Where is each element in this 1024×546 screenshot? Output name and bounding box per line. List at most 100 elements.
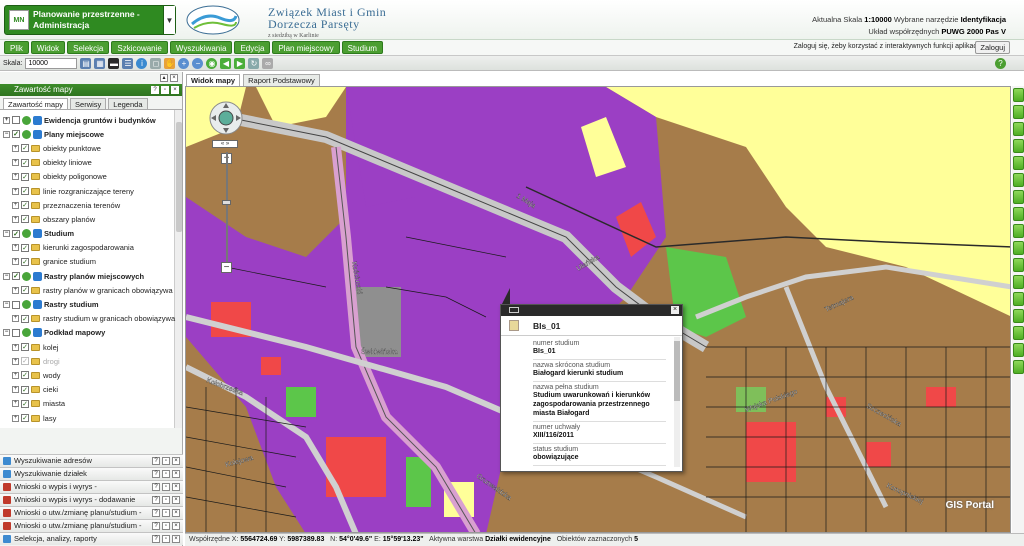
- menu-widok[interactable]: Widok: [30, 41, 66, 54]
- layer-checkbox[interactable]: ✓: [12, 130, 20, 139]
- history-nav-icon[interactable]: « »: [212, 140, 238, 148]
- expand-icon[interactable]: +: [12, 244, 19, 252]
- layer-checkbox[interactable]: [12, 300, 20, 309]
- zoom-out-icon[interactable]: −: [192, 57, 204, 69]
- tool-strip-button[interactable]: [1013, 326, 1024, 340]
- menu-selekcja[interactable]: Selekcja: [67, 41, 110, 54]
- export-icon[interactable]: ▦: [94, 57, 106, 69]
- pin-icon[interactable]: ▫: [162, 483, 170, 491]
- layer-checkbox[interactable]: ✓: [21, 399, 29, 408]
- layer-checkbox[interactable]: ✓: [21, 187, 29, 196]
- zoom-slider-handle[interactable]: [222, 200, 231, 205]
- close-icon[interactable]: ×: [172, 535, 180, 543]
- collapsed-panel[interactable]: Wnioski o wypis i wyrys - dodawanie? ▫ ×: [0, 493, 183, 506]
- menu-plik[interactable]: Plik: [4, 41, 29, 54]
- expand-icon[interactable]: −: [3, 301, 10, 309]
- tool-strip-button[interactable]: [1013, 173, 1024, 187]
- tool-strip-button[interactable]: [1013, 88, 1024, 102]
- layer-checkbox[interactable]: ✓: [21, 343, 29, 352]
- expand-icon[interactable]: −: [3, 272, 10, 280]
- chevron-down-icon[interactable]: ▼: [163, 6, 175, 34]
- expand-icon[interactable]: +: [12, 315, 19, 323]
- expand-icon[interactable]: +: [12, 414, 19, 422]
- close-icon[interactable]: ×: [172, 509, 180, 517]
- zoom-in-icon[interactable]: +: [178, 57, 190, 69]
- layer-checkbox[interactable]: ✓: [21, 371, 29, 380]
- zoom-out-button[interactable]: −: [221, 262, 232, 273]
- expand-icon[interactable]: +: [12, 258, 19, 266]
- menu-wyszukiwania[interactable]: Wyszukiwania: [169, 41, 233, 54]
- layer-item[interactable]: + ✓ przeznaczenia terenów: [0, 198, 182, 212]
- tool-strip-button[interactable]: [1013, 122, 1024, 136]
- tool-strip-button[interactable]: [1013, 275, 1024, 289]
- pin-icon[interactable]: ▫: [162, 470, 170, 478]
- expand-icon[interactable]: +: [12, 215, 19, 223]
- menu-studium[interactable]: Studium: [341, 41, 383, 54]
- layer-item[interactable]: + ✓ linie rozgraniczające tereny: [0, 184, 182, 198]
- layer-checkbox[interactable]: ✓: [21, 414, 29, 423]
- expand-icon[interactable]: +: [12, 371, 19, 379]
- layer-item[interactable]: + ✓ miasta: [0, 397, 182, 411]
- layer-checkbox[interactable]: ✓: [21, 357, 29, 366]
- close-icon[interactable]: ×: [172, 457, 180, 465]
- layer-group[interactable]: − ✓ Studium: [0, 227, 182, 241]
- pin-icon[interactable]: ▫: [162, 509, 170, 517]
- collapsed-panel[interactable]: Wyszukiwanie działek? ▫ ×: [0, 467, 183, 480]
- pan-control-icon[interactable]: [208, 100, 244, 136]
- layer-checkbox[interactable]: ✓: [21, 172, 29, 181]
- expand-icon[interactable]: +: [12, 144, 19, 152]
- tool-strip-button[interactable]: [1013, 309, 1024, 323]
- layer-item[interactable]: + ✓ obszary planów: [0, 212, 182, 226]
- expand-icon[interactable]: +: [12, 400, 19, 408]
- collapsed-panel[interactable]: Wnioski o utw./zmianę planu/studium -? ▫ ×: [0, 506, 183, 519]
- expand-icon[interactable]: −: [3, 230, 10, 238]
- expand-icon[interactable]: +: [12, 173, 19, 181]
- select-icon[interactable]: ◻: [150, 57, 162, 69]
- pin-icon[interactable]: ▫: [162, 457, 170, 465]
- menu-szkicowanie[interactable]: Szkicowanie: [111, 41, 168, 54]
- login-button[interactable]: Zaloguj: [975, 41, 1010, 54]
- layer-group[interactable]: − Rastry studium: [0, 297, 182, 311]
- tab-legenda[interactable]: Legenda: [108, 98, 148, 109]
- layer-item[interactable]: + ✓ kolej: [0, 340, 182, 354]
- layer-group[interactable]: − Podkład mapowy: [0, 326, 182, 340]
- close-icon[interactable]: ×: [172, 483, 180, 491]
- tool-strip-button[interactable]: [1013, 156, 1024, 170]
- layer-checkbox[interactable]: ✓: [21, 215, 29, 224]
- layer-item[interactable]: + ✓ kierunki zagospodarowania: [0, 241, 182, 255]
- popup-scrollbar[interactable]: [674, 337, 680, 467]
- close-icon[interactable]: ×: [671, 306, 679, 314]
- layer-checkbox[interactable]: ✓: [12, 229, 20, 238]
- help-icon[interactable]: ?: [152, 496, 160, 504]
- expand-icon[interactable]: +: [12, 201, 19, 209]
- layers-icon[interactable]: ☰: [122, 57, 134, 69]
- layer-item[interactable]: + ✓ drogi: [0, 354, 182, 368]
- collapsed-panel[interactable]: Wyszukiwanie adresów? ▫ ×: [0, 454, 183, 467]
- print-icon[interactable]: ▤: [80, 57, 92, 69]
- zoom-slider[interactable]: [226, 152, 228, 272]
- menu-edycja[interactable]: Edycja: [234, 41, 271, 54]
- tool-strip-button[interactable]: [1013, 139, 1024, 153]
- expand-icon[interactable]: +: [12, 343, 19, 351]
- link-icon[interactable]: ∞: [262, 57, 274, 69]
- menu-plan-miejscowy[interactable]: Plan miejscowy: [272, 41, 340, 54]
- layer-checkbox[interactable]: [12, 116, 20, 125]
- layer-checkbox[interactable]: [12, 328, 20, 337]
- tab-raport-podstawowy[interactable]: Raport Podstawowy: [243, 74, 320, 86]
- pin-icon[interactable]: ▫: [161, 86, 169, 94]
- expand-icon[interactable]: +: [12, 187, 19, 195]
- layer-item[interactable]: + ✓ rastry studium w granicach obowiązywa: [0, 312, 182, 326]
- layer-group[interactable]: + Ewidencja gruntów i budynków: [0, 113, 182, 127]
- tool-strip-button[interactable]: [1013, 224, 1024, 238]
- layer-item[interactable]: + ✓ obiekty poligonowe: [0, 170, 182, 184]
- pin-icon[interactable]: ▫: [162, 535, 170, 543]
- help-icon[interactable]: ?: [151, 86, 159, 94]
- help-icon[interactable]: ?: [152, 522, 160, 530]
- layer-checkbox[interactable]: ✓: [21, 385, 29, 394]
- layer-item[interactable]: + ✓ rastry planów w granicach obowiązywa: [0, 283, 182, 297]
- tool-strip-button[interactable]: [1013, 292, 1024, 306]
- close-icon[interactable]: ×: [172, 522, 180, 530]
- layer-group[interactable]: − ✓ Plany miejscowe: [0, 127, 182, 141]
- tool-strip-button[interactable]: [1013, 105, 1024, 119]
- layer-checkbox[interactable]: ✓: [21, 314, 29, 323]
